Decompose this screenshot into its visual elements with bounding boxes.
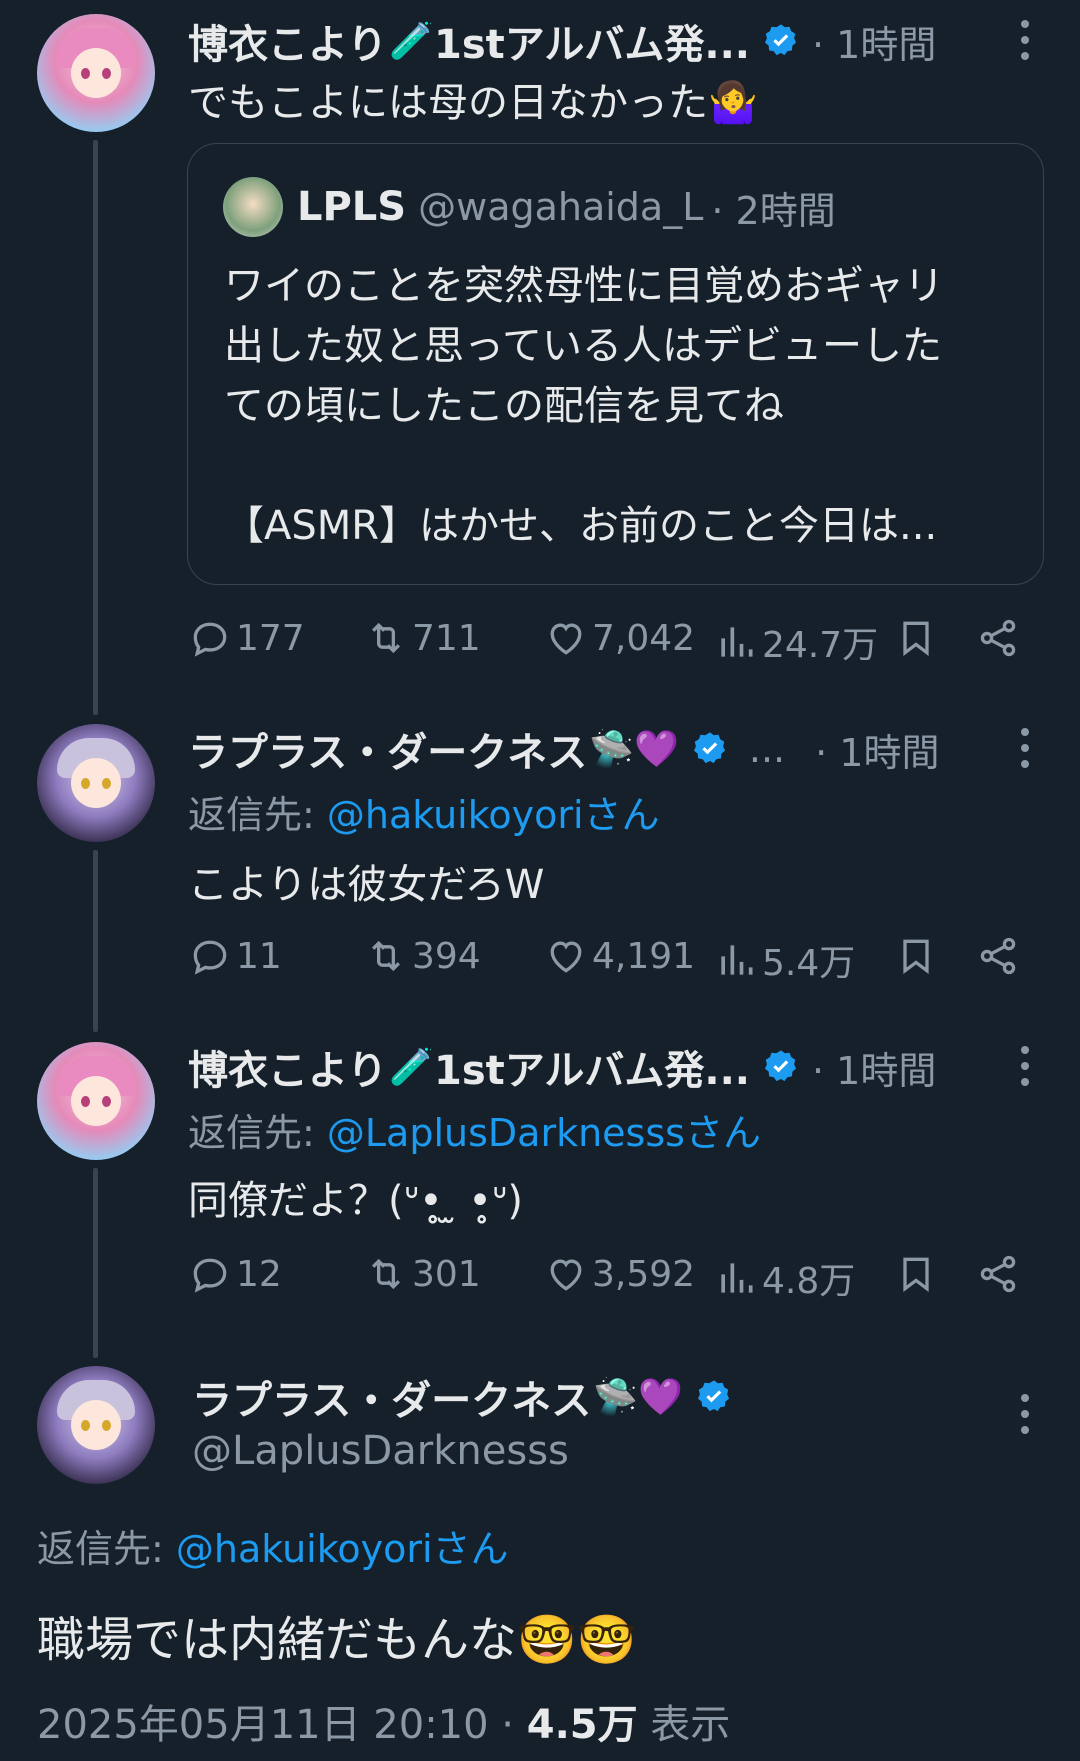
views-chart-icon (721, 1263, 753, 1293)
more-options-icon[interactable] (1020, 1394, 1030, 1434)
display-name-suffix[interactable]: 1stアルバム発... (434, 12, 750, 70)
bookmark-icon (903, 1257, 929, 1292)
heart-icon (550, 941, 582, 973)
tweet-actions: 177 711 7,042 24.7万 (188, 616, 1040, 666)
avatar[interactable] (37, 1042, 155, 1160)
tweet-actions: 12 301 3,592 4.8万 (188, 1252, 1040, 1302)
share-icon (980, 1255, 1016, 1293)
quoted-handle: @wagahaida_L (418, 185, 704, 229)
verified-badge-icon (764, 24, 797, 56)
display-name[interactable]: 博衣こより (188, 12, 387, 70)
quoted-tweet-card[interactable]: LPLS @wagahaida_L · 2時間 ワイのことを突然母性に目覚めおギ… (187, 143, 1044, 585)
bookmark-button[interactable] (894, 934, 942, 978)
quoted-time: · 2時間 (711, 188, 836, 233)
tweet-time[interactable]: · 1時間 (812, 1040, 936, 1095)
verified-badge-icon (693, 732, 725, 764)
share-icon (980, 619, 1016, 657)
verified-badge-icon (697, 1380, 729, 1412)
bookmark-icon (903, 621, 929, 656)
tweet-time[interactable]: · 1時間 (815, 722, 939, 777)
reply-icon (193, 1258, 227, 1293)
view-count: 4.5万 (526, 1702, 638, 1748)
like-button[interactable]: 7,042 (544, 616, 695, 660)
main-tweet-text: 職場では内緒だもんな🤓🤓 (37, 1612, 637, 1668)
more-options-icon[interactable] (1020, 1046, 1030, 1086)
tweet-header: 博衣こより 🧪 1stアルバム発... · 1時間 (188, 1038, 936, 1096)
heart-icon (550, 623, 582, 655)
reply-mention-link[interactable]: @LaplusDarknesssさん (327, 1111, 761, 1155)
like-button[interactable]: 3,592 (544, 1252, 695, 1296)
bookmark-button[interactable] (894, 616, 942, 660)
retweet-icon (371, 1258, 401, 1290)
main-tweet-header: ラプラス・ダークネス 🛸💜 (192, 1368, 733, 1426)
quoted-avatar (223, 177, 283, 237)
like-button[interactable]: 4,191 (544, 934, 695, 978)
reply-button[interactable]: 12 (188, 1252, 282, 1296)
display-name[interactable]: 博衣こより (188, 1038, 387, 1096)
retweet-button[interactable]: 394 (364, 934, 481, 978)
thread-line (93, 1168, 98, 1358)
reply-to: 返信先: @hakuikoyoriさん (188, 793, 660, 837)
ufo-heart-emoji: 🛸💜 (593, 1377, 683, 1418)
user-handle[interactable]: @LaplusDarknesss (192, 1428, 569, 1474)
reply-to: 返信先: @hakuikoyoriさん (37, 1527, 509, 1571)
avatar[interactable] (37, 724, 155, 842)
views-button[interactable]: 4.8万 (714, 1252, 855, 1304)
avatar[interactable] (37, 14, 155, 132)
retweet-button[interactable]: 711 (364, 616, 481, 660)
views-button[interactable]: 5.4万 (714, 934, 855, 986)
verified-badge-icon (764, 1050, 797, 1082)
tweet-text: こよりは彼女だろW (188, 862, 545, 908)
quoted-text: ワイのことを突然母性に目覚めおギャリ 出した奴と思っている人はデビューした ての… (224, 263, 944, 549)
display-name[interactable]: ラプラス・ダークネス (188, 720, 587, 778)
shrug-emoji: 🤷‍♀️ (708, 80, 758, 126)
display-name[interactable]: ラプラス・ダークネス (192, 1368, 591, 1426)
more-options-icon[interactable] (1020, 20, 1030, 60)
retweet-icon (371, 940, 401, 972)
test-tube-emoji: 🧪 (389, 1047, 435, 1088)
reply-to: 返信先: @LaplusDarknesssさん (188, 1111, 761, 1155)
tweet-text: でもこよには母の日なかった🤷‍♀️ (188, 80, 758, 126)
bookmark-icon (903, 939, 929, 974)
ufo-heart-emoji: 🛸💜 (589, 729, 679, 770)
reply-button[interactable]: 177 (188, 616, 305, 660)
views-button[interactable]: 24.7万 (714, 616, 878, 668)
name-truncation: ... (748, 727, 786, 771)
views-chart-icon (721, 945, 753, 975)
heart-icon (550, 1259, 582, 1291)
tweet-actions: 11 394 4,191 5.4万 (188, 934, 1040, 984)
thread-line (93, 140, 98, 715)
quoted-tweet-header: LPLS @wagahaida_L · 2時間 (223, 177, 836, 237)
tweet-time[interactable]: · 1時間 (812, 14, 936, 69)
retweet-button[interactable]: 301 (364, 1252, 481, 1296)
nerd-face-emoji: 🤓🤓 (517, 1612, 637, 1668)
display-name-suffix[interactable]: 1stアルバム発... (434, 1038, 750, 1096)
share-button[interactable] (976, 1252, 1024, 1296)
tweet-header: ラプラス・ダークネス 🛸💜 ... · 1時間 (188, 720, 939, 778)
reply-icon (193, 622, 227, 657)
tweet-timestamp: 2025年05月11日 20:10 · 4.5万 表示 (37, 1702, 731, 1748)
tweet-text: 同僚だよ？(ᐡ•̥̥̥ ̫ •̥̥̥ᐡ) (188, 1178, 523, 1224)
reply-icon (193, 940, 227, 975)
reply-mention-link[interactable]: @hakuikoyoriさん (327, 793, 660, 837)
quoted-display-name: LPLS (297, 184, 407, 230)
retweet-icon (371, 622, 401, 654)
thread-line (93, 850, 98, 1032)
views-chart-icon (721, 627, 753, 657)
share-button[interactable] (976, 616, 1024, 660)
share-icon (980, 937, 1016, 975)
share-button[interactable] (976, 934, 1024, 978)
tweet-header: 博衣こより 🧪 1stアルバム発... · 1時間 (188, 12, 936, 70)
avatar[interactable] (37, 1366, 155, 1484)
reply-mention-link[interactable]: @hakuikoyoriさん (176, 1527, 509, 1571)
reply-button[interactable]: 11 (188, 934, 282, 978)
bookmark-button[interactable] (894, 1252, 942, 1296)
more-options-icon[interactable] (1020, 728, 1030, 768)
test-tube-emoji: 🧪 (389, 21, 435, 62)
